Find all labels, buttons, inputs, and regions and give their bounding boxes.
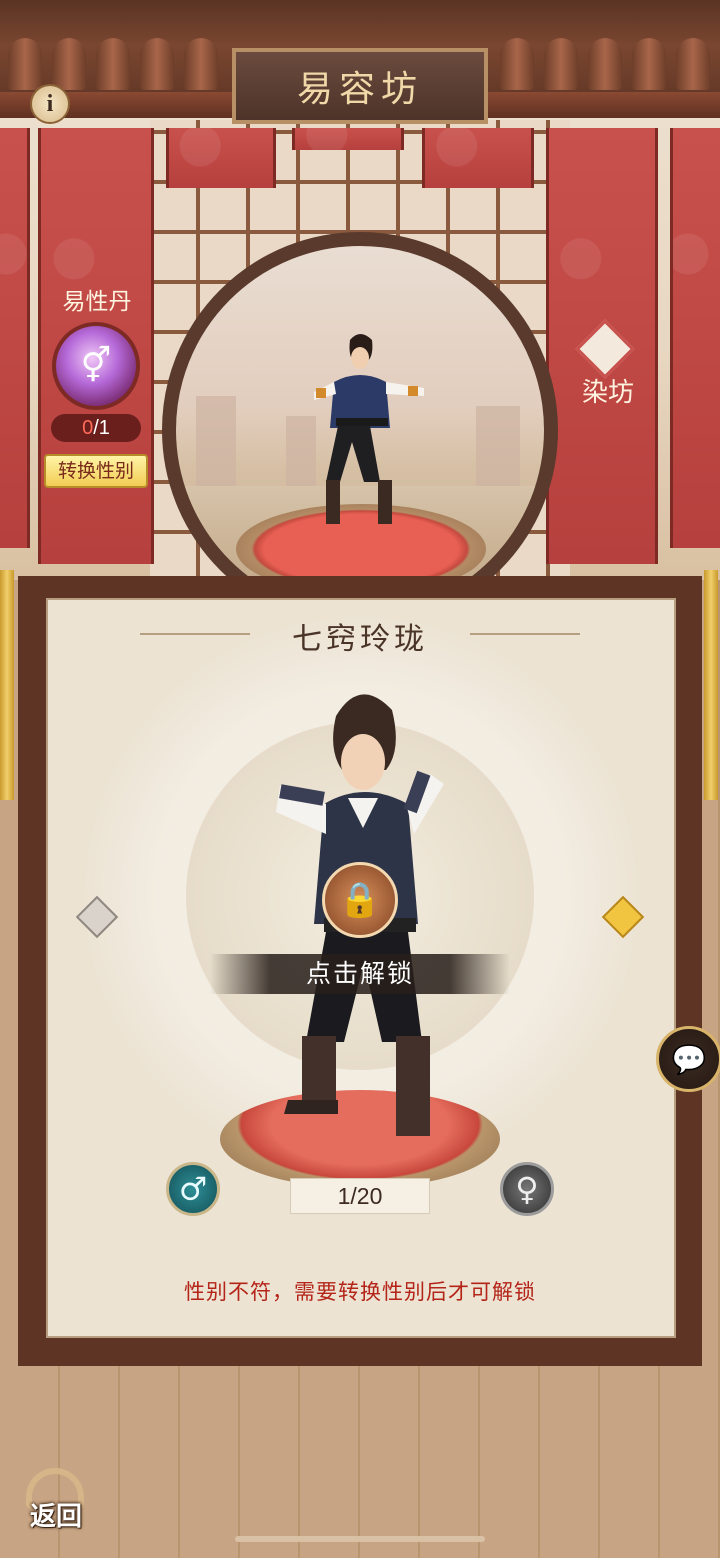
title-plaque: 易容坊 xyxy=(232,48,488,124)
page-title: 易容坊 xyxy=(296,69,423,110)
rope-right xyxy=(704,570,718,800)
outfit-progress: 1/20 xyxy=(290,1178,430,1214)
lock-icon: 🔒 xyxy=(338,880,382,920)
unlock-label[interactable]: 点击解锁 xyxy=(210,954,510,994)
male-icon: ♂ xyxy=(178,1170,208,1208)
info-button[interactable]: i xyxy=(30,84,70,124)
gender-pill-icon[interactable]: ⚥ xyxy=(52,322,140,410)
chat-bubble-icon: 💬 xyxy=(671,1042,707,1076)
female-gender-button[interactable]: ♀ xyxy=(500,1162,554,1216)
rope-left xyxy=(0,570,14,800)
switch-gender-button[interactable]: 转换性别 xyxy=(44,454,148,488)
home-indicator[interactable] xyxy=(235,1536,485,1542)
chat-button[interactable]: 💬 xyxy=(656,1026,720,1092)
gender-mismatch-warning: 性别不符，需要转换性别后才可解锁 xyxy=(184,1280,536,1304)
preview-character xyxy=(314,334,424,524)
dye-shop-label[interactable]: 染坊 xyxy=(578,372,638,409)
banner-left-edge xyxy=(0,128,30,548)
outfit-name: 七窍玲珑 xyxy=(292,622,428,657)
banner-top-center xyxy=(292,128,404,150)
unlock-lock-button[interactable]: 🔒 xyxy=(322,862,398,938)
gender-swap-icon: ⚥ xyxy=(80,346,112,386)
banner-top-right xyxy=(422,128,534,188)
gender-pill-count: 0/1 xyxy=(51,414,141,442)
female-icon: ♀ xyxy=(515,1170,539,1208)
info-icon: i xyxy=(46,90,54,117)
pill-need-count: 1 xyxy=(98,417,110,439)
pill-have-count: 0 xyxy=(82,417,94,439)
male-gender-button[interactable]: ♂ xyxy=(166,1162,220,1216)
banner-top-left xyxy=(166,128,276,188)
gender-pill-label: 易性丹 xyxy=(62,289,132,315)
back-button[interactable]: 返回 xyxy=(20,1496,92,1533)
banner-right-edge xyxy=(670,128,720,548)
